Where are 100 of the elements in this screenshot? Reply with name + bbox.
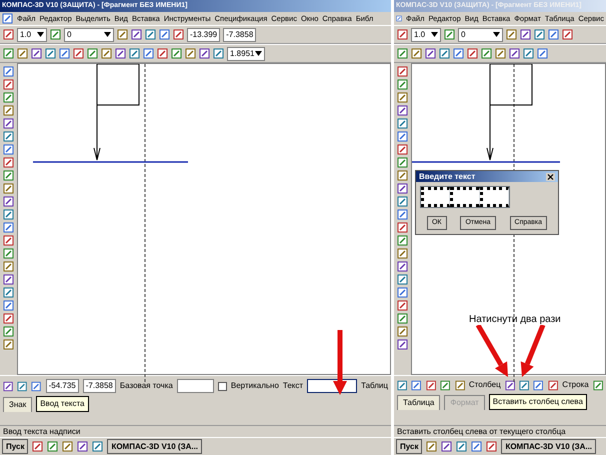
tool-icon[interactable] [519,380,530,390]
tool-icon[interactable] [533,380,544,390]
dropdown-arrow-icon[interactable] [255,51,262,56]
tool-icon[interactable] [397,48,408,59]
tool-icon[interactable] [509,48,520,59]
tool-icon[interactable] [397,66,408,77]
tool-icon[interactable] [3,92,14,103]
tool-icon[interactable] [3,313,14,324]
tool-icon[interactable] [3,105,14,116]
line-style-dropdown[interactable]: 1.0 [17,28,47,42]
tool-icon[interactable] [3,144,14,155]
tool-icon[interactable] [426,380,436,390]
dropdown-arrow-icon[interactable] [493,32,500,37]
tool-icon[interactable] [62,441,74,452]
text-cell[interactable] [480,187,509,207]
tool-icon[interactable] [159,29,170,40]
tool-icon[interactable] [45,48,56,59]
tool-icon[interactable] [3,170,14,181]
tool-icon[interactable] [495,48,506,59]
tool-icon[interactable] [199,48,210,59]
tool-icon[interactable] [520,29,531,40]
tool-icon[interactable] [397,261,408,272]
coordinate-field[interactable]: -13.399 [187,28,220,42]
tool-icon[interactable] [456,441,468,452]
tool-icon[interactable] [50,29,61,40]
tool-icon[interactable] [143,48,154,59]
layer-dropdown[interactable]: 0 [458,28,503,42]
tool-icon[interactable] [3,287,14,298]
tool-icon[interactable] [548,29,559,40]
base-point-selector[interactable] [176,379,214,393]
tool-icon[interactable] [397,118,408,129]
tool-icon[interactable] [444,29,455,40]
tool-icon[interactable] [548,380,558,390]
tool-icon[interactable] [213,48,224,59]
tool-icon[interactable] [3,248,14,259]
tool-icon[interactable] [467,48,478,59]
tool-icon[interactable] [411,380,422,390]
tool-icon[interactable] [471,441,482,452]
tool-icon[interactable] [173,29,184,40]
document-icon[interactable] [396,13,402,24]
tool-icon[interactable] [397,131,408,142]
tool-icon[interactable] [397,248,408,259]
tool-icon[interactable] [47,441,58,452]
tool-icon[interactable] [157,48,168,59]
tool-icon[interactable] [411,48,422,59]
tool-icon[interactable] [439,48,450,59]
tool-icon[interactable] [77,441,88,452]
tool-icon[interactable] [3,300,14,311]
tool-icon[interactable] [397,274,408,285]
document-icon[interactable] [2,13,13,24]
panel-tab[interactable]: Таблица [397,394,440,410]
taskbar-button[interactable]: КОМПАС-3D V10 (ЗА... [107,439,202,454]
line-style-dropdown[interactable]: 1.0 [411,28,441,42]
layer-dropdown[interactable]: 0 [64,28,114,42]
tool-icon[interactable] [453,48,464,59]
start-button[interactable]: Пуск [2,439,28,454]
tool-icon[interactable] [87,48,98,59]
tool-icon[interactable] [3,339,14,350]
tool-icon[interactable] [425,48,436,59]
tool-icon[interactable] [397,209,408,220]
tool-icon[interactable] [397,105,408,116]
tool-icon[interactable] [454,380,465,390]
tool-icon[interactable] [397,313,408,324]
tool-icon[interactable] [3,66,14,77]
tool-icon[interactable] [592,380,604,390]
tool-icon[interactable] [504,380,516,390]
tool-icon[interactable] [397,300,408,311]
tool-icon[interactable] [486,441,498,452]
dropdown-arrow-icon[interactable] [37,32,44,37]
tool-icon[interactable] [3,48,14,59]
tool-icon[interactable] [3,222,14,233]
panel-tab[interactable]: Знак [3,396,32,412]
tool-icon[interactable] [32,441,44,452]
taskbar-button[interactable]: КОМПАС-3D V10 (ЗА... [501,439,596,454]
coordinate-field[interactable]: -7.3858 [82,379,116,393]
tool-icon[interactable] [115,48,126,59]
tool-icon[interactable] [3,380,14,392]
tool-icon[interactable] [117,29,128,40]
tool-icon[interactable] [3,131,14,142]
tool-icon[interactable] [397,144,408,155]
tool-icon[interactable] [441,441,452,452]
tool-icon[interactable] [101,48,112,59]
tool-icon[interactable] [397,339,408,350]
tool-icon[interactable] [397,287,408,298]
tool-icon[interactable] [3,326,14,337]
checkbox[interactable] [218,382,227,390]
tool-icon[interactable] [3,196,14,207]
tool-icon[interactable] [397,235,408,246]
tool-icon[interactable] [17,380,28,392]
tool-icon[interactable] [397,222,408,233]
tool-icon[interactable] [3,209,14,220]
tool-icon[interactable] [426,441,438,452]
tool-icon[interactable] [3,274,14,285]
tool-icon[interactable] [171,48,182,59]
tool-icon[interactable] [17,48,28,59]
dropdown-arrow-icon[interactable] [431,32,438,37]
tool-icon[interactable] [129,48,140,59]
tool-icon[interactable] [534,29,545,40]
tool-icon[interactable] [185,48,196,59]
tool-icon[interactable] [537,48,548,59]
